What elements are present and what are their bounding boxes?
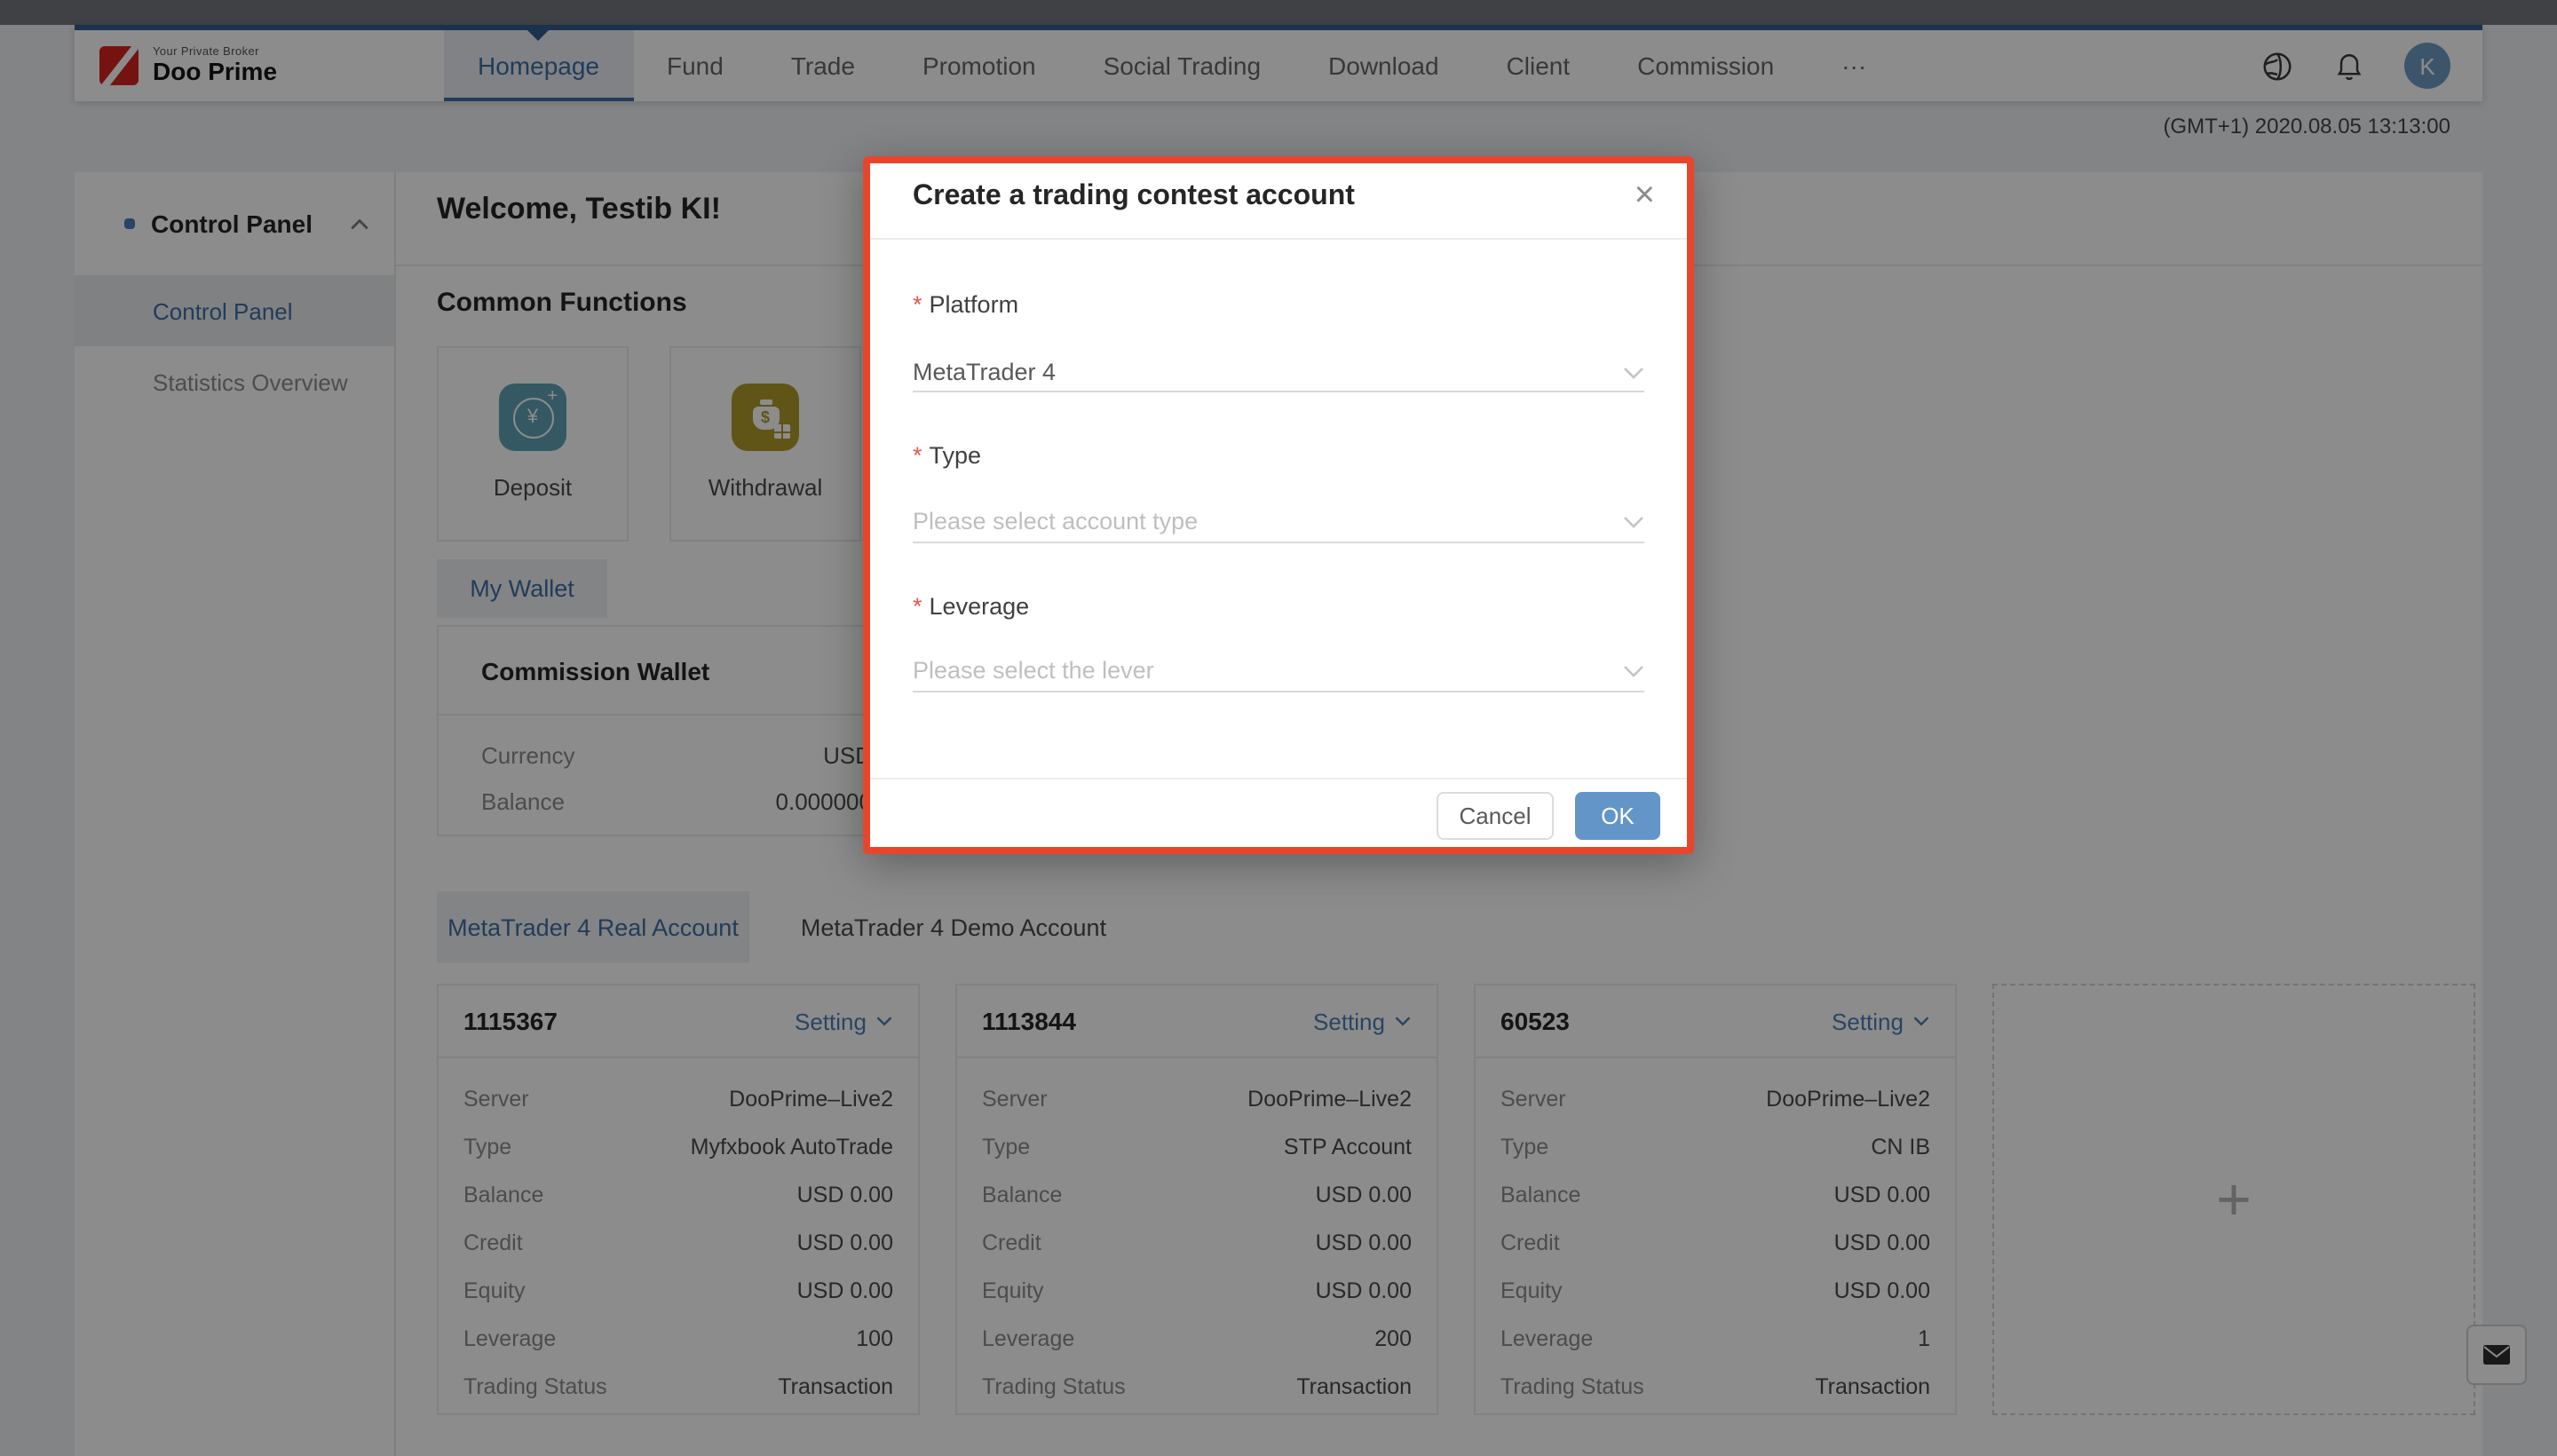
input-underline <box>913 391 1644 392</box>
type-field-label: * Type <box>913 442 982 469</box>
create-trading-contest-account-modal: Create a trading contest account × * Plat… <box>863 156 1694 854</box>
type-select[interactable]: Please select account type <box>913 502 1644 540</box>
platform-field-label: * Platform <box>913 291 1019 318</box>
ok-button[interactable]: OK <box>1575 792 1660 840</box>
divider <box>870 238 1687 240</box>
modal-title: Create a trading contest account <box>913 181 1355 211</box>
input-underline <box>913 691 1644 692</box>
required-asterisk: * <box>913 291 922 318</box>
leverage-select[interactable]: Please select the lever <box>913 652 1644 689</box>
chevron-down-icon <box>1624 367 1643 378</box>
leverage-field-label: * Leverage <box>913 593 1030 620</box>
page: Your Private Broker Doo Prime Homepage F… <box>0 0 2557 1456</box>
cancel-button[interactable]: Cancel <box>1437 792 1554 840</box>
platform-select[interactable]: MetaTrader 4 <box>913 353 1644 391</box>
input-underline <box>913 542 1644 543</box>
divider <box>870 778 1687 779</box>
required-asterisk: * <box>913 593 922 620</box>
required-asterisk: * <box>913 442 922 469</box>
chevron-down-icon <box>1624 665 1643 677</box>
close-icon[interactable]: × <box>1635 174 1655 217</box>
chevron-down-icon <box>1624 516 1643 527</box>
